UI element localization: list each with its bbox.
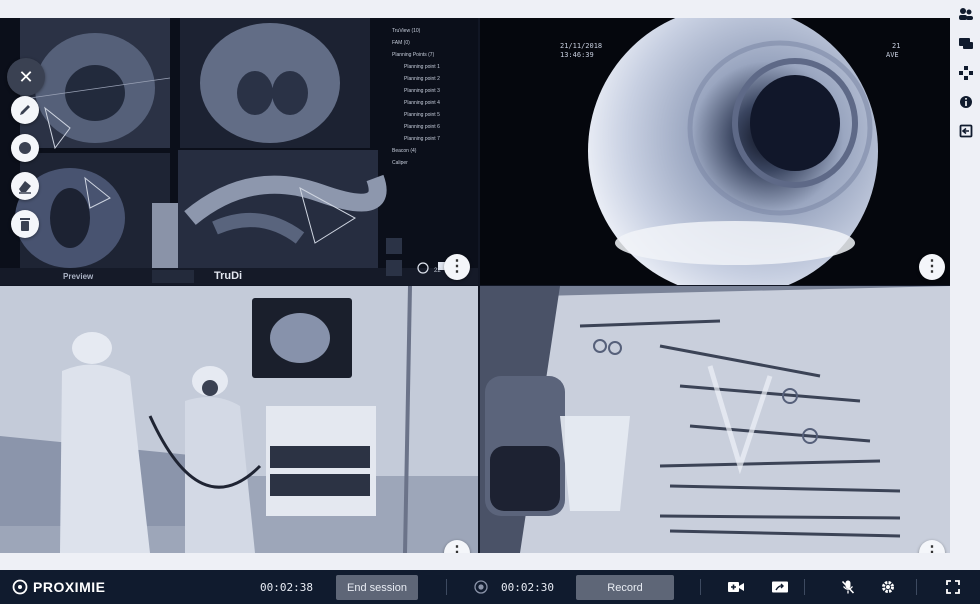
mic-off-icon: [841, 580, 855, 594]
record-dot-icon: [474, 580, 488, 594]
tile-options-button[interactable]: ⋮: [919, 254, 945, 280]
endoscope-time: 13:46:39: [560, 51, 594, 59]
pen-tool-button[interactable]: [11, 96, 39, 124]
more-vertical-icon: ⋮: [924, 544, 940, 554]
tree-item: Planning point 3: [404, 88, 440, 94]
circle-tool-button[interactable]: [11, 134, 39, 162]
video-tile-operating-room[interactable]: ⋮: [0, 286, 478, 553]
preview-label: Preview: [63, 272, 94, 281]
chat-icon: [959, 38, 973, 49]
instrument-tray-feed: [480, 286, 950, 553]
more-vertical-icon: ⋮: [924, 258, 940, 275]
tree-item: Planning Points (7): [392, 52, 435, 58]
eraser-icon: [19, 181, 31, 194]
info-icon: [960, 96, 972, 108]
screen-share-button[interactable]: [771, 578, 789, 596]
tree-item: TruView (10): [392, 28, 421, 34]
session-controls-bar: PROXIMIE 00:02:38 End session 00:02:30 R…: [0, 570, 980, 604]
chat-button[interactable]: [956, 34, 976, 54]
info-button[interactable]: [956, 92, 976, 112]
fullscreen-icon: [946, 580, 960, 594]
more-vertical-icon: ⋮: [449, 544, 465, 554]
circle-icon: [19, 142, 31, 154]
divider: [446, 579, 447, 595]
trash-icon: [20, 218, 30, 231]
right-rail: [952, 0, 980, 570]
proximie-logo-icon: [12, 579, 28, 595]
end-session-button[interactable]: End session: [336, 575, 418, 600]
video-tile-endoscope[interactable]: 21/11/2018 13:46:39 21 AVE ⋮: [480, 18, 950, 285]
eraser-tool-button[interactable]: [11, 172, 39, 200]
endoscope-corner-b: AVE: [886, 51, 899, 59]
divider: [916, 579, 917, 595]
tree-item: Planning point 5: [404, 112, 440, 118]
close-icon: ✕: [18, 66, 34, 87]
add-video-icon: [728, 582, 744, 592]
tree-item: Planning point 2: [404, 76, 440, 82]
delete-tool-button[interactable]: [11, 210, 39, 238]
close-tools-button[interactable]: ✕: [7, 58, 45, 96]
exit-icon: [959, 124, 973, 138]
screen-share-icon: [772, 581, 788, 593]
operating-room-feed: [0, 286, 478, 553]
endoscope-feed: [588, 18, 878, 285]
session-timer: 00:02:38: [260, 581, 313, 594]
layout-button[interactable]: [956, 63, 976, 83]
divider: [700, 579, 701, 595]
divider: [804, 579, 805, 595]
tree-item: FAM (0): [392, 40, 410, 46]
add-video-button[interactable]: [727, 578, 745, 596]
endoscope-corner-a: 21: [892, 42, 901, 50]
tree-item: Caliper: [392, 160, 408, 166]
video-grid: TruView (10) FAM (0) Planning Points (7)…: [0, 18, 950, 553]
brand-name: PROXIMIE: [33, 579, 106, 595]
record-button[interactable]: Record: [576, 575, 674, 600]
participants-icon: [959, 8, 973, 20]
record-timer: 00:02:30: [501, 581, 554, 594]
tile-options-button[interactable]: ⋮: [444, 254, 470, 280]
settings-button[interactable]: [879, 578, 897, 596]
video-tile-navigation[interactable]: TruView (10) FAM (0) Planning Points (7)…: [0, 18, 478, 285]
pen-icon: [20, 105, 30, 115]
vendor-logo: TruDi: [214, 270, 243, 282]
more-vertical-icon: ⋮: [449, 258, 465, 275]
mute-microphone-button[interactable]: [839, 578, 857, 596]
endoscope-date: 21/11/2018: [560, 42, 603, 50]
tree-item: Planning point 1: [404, 64, 440, 70]
tree-item: Planning point 4: [404, 100, 440, 106]
settings-icon: [882, 581, 894, 593]
record-indicator: [472, 578, 490, 596]
tree-item: Planning point 6: [404, 124, 440, 130]
zoom-value: 22: [434, 268, 441, 274]
fullscreen-button[interactable]: [944, 578, 962, 596]
brand: PROXIMIE: [12, 579, 105, 595]
participants-button[interactable]: [956, 4, 976, 24]
video-tile-instrument-tray[interactable]: ⋮: [480, 286, 950, 553]
tree-item: Planning point 7: [404, 136, 440, 142]
tree-item: Beacon (4): [392, 148, 417, 154]
exit-button[interactable]: [956, 121, 976, 141]
layout-icon: [959, 66, 973, 80]
